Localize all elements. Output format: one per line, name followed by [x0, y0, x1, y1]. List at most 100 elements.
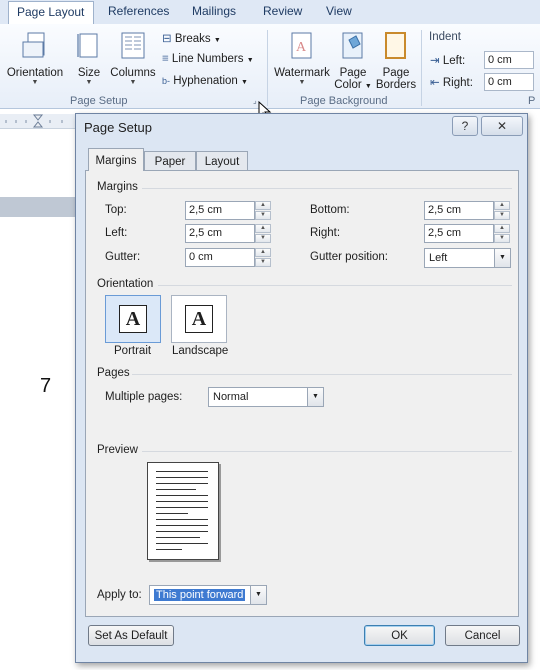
size-button[interactable]: Size ▼ [73, 32, 105, 86]
gutter-stepper[interactable]: 0 cm ▲ ▼ [185, 248, 271, 267]
gutter-position-value: Left [429, 252, 448, 264]
dialog-title: Page Setup [84, 120, 152, 135]
svg-text:A: A [296, 40, 307, 55]
page-color-label-1: Page [339, 67, 367, 79]
gutter-field[interactable]: 0 cm [185, 248, 255, 267]
dialog-launcher-icon[interactable]: ⌟ [253, 96, 257, 105]
tab-references[interactable]: References [108, 4, 169, 18]
orientation-button[interactable]: Orientation ▼ [4, 32, 66, 86]
indent-right-input[interactable]: 0 cm [484, 73, 534, 91]
group-separator [267, 30, 268, 106]
section-orientation: Orientation [97, 278, 154, 290]
tab-mailings[interactable]: Mailings [192, 4, 236, 18]
left-margin-field[interactable]: 2,5 cm [185, 224, 255, 243]
spin-down-icon[interactable]: ▼ [255, 258, 271, 267]
section-divider [142, 188, 512, 189]
spin-up-icon[interactable]: ▲ [255, 224, 271, 233]
chevron-down-icon: ▼ [129, 79, 137, 86]
bottom-margin-stepper[interactable]: 2,5 cm ▲ ▼ [424, 201, 510, 220]
cancel-button[interactable]: Cancel [445, 625, 520, 646]
tab-view[interactable]: View [326, 4, 352, 18]
portrait-option[interactable]: A [105, 295, 161, 343]
size-label: Size [77, 67, 101, 79]
spin-up-icon[interactable]: ▲ [255, 201, 271, 210]
section-margins: Margins [97, 181, 138, 193]
spin-down-icon[interactable]: ▼ [494, 211, 510, 220]
section-divider [132, 374, 512, 375]
columns-button[interactable]: Columns ▼ [109, 32, 157, 86]
right-margin-label: Right: [310, 227, 341, 239]
set-as-default-button[interactable]: Set As Default [88, 625, 174, 646]
help-icon: ? [461, 119, 469, 133]
chevron-down-icon[interactable]: ▼ [494, 249, 510, 267]
page-borders-label-1: Page [382, 67, 410, 79]
gutter-label: Gutter: [105, 251, 141, 263]
chevron-down-icon[interactable]: ▼ [250, 586, 266, 604]
group-separator [421, 30, 422, 106]
ok-button[interactable]: OK [364, 625, 435, 646]
group-label-partial: P [528, 95, 536, 107]
group-label-page-setup: Page Setup [70, 95, 128, 107]
section-preview: Preview [97, 444, 138, 456]
multiple-pages-select[interactable]: Normal ▼ [208, 387, 324, 407]
tab-page-layout[interactable]: Page Layout [8, 1, 94, 24]
gutter-position-label: Gutter position: [310, 251, 388, 263]
preview-line [156, 477, 208, 478]
indent-right-label: Right: [442, 77, 473, 89]
apply-to-select[interactable]: This point forward ▼ [149, 585, 267, 605]
gutter-position-select[interactable]: Left ▼ [424, 248, 511, 268]
breaks-button[interactable]: ⊟ Breaks ▼ [162, 31, 221, 45]
bottom-margin-field[interactable]: 2,5 cm [424, 201, 494, 220]
right-margin-field[interactable]: 2,5 cm [424, 224, 494, 243]
top-margin-stepper[interactable]: 2,5 cm ▲ ▼ [185, 201, 271, 220]
landscape-option[interactable]: A [171, 295, 227, 343]
tab-margins[interactable]: Margins [88, 148, 144, 171]
columns-label: Columns [110, 67, 156, 79]
page-borders-icon [385, 32, 406, 59]
tab-review[interactable]: Review [263, 4, 302, 18]
spin-down-icon[interactable]: ▼ [494, 234, 510, 243]
section-divider [142, 451, 512, 452]
help-button[interactable]: ? [452, 116, 478, 136]
preview-line [156, 495, 208, 496]
chevron-down-icon: ▼ [298, 79, 306, 86]
close-button[interactable]: ✕ [481, 116, 523, 136]
chevron-down-icon: ▼ [85, 79, 93, 86]
columns-icon [121, 32, 145, 59]
indent-left-input[interactable]: 0 cm [484, 51, 534, 69]
orientation-icon [22, 32, 45, 58]
tab-paper[interactable]: Paper [144, 151, 196, 171]
spin-up-icon[interactable]: ▲ [494, 201, 510, 210]
indent-left-label: Left: [442, 55, 466, 67]
section-divider [158, 285, 512, 286]
breaks-label: Breaks [174, 33, 211, 45]
tab-layout[interactable]: Layout [196, 151, 248, 171]
watermark-button[interactable]: A Watermark ▼ [272, 32, 332, 86]
preview-line [156, 525, 208, 526]
orientation-label: Orientation [6, 67, 64, 79]
margins-panel: Margins Top: 2,5 cm ▲ ▼ Left: 2,5 cm ▲ ▼ G… [85, 170, 519, 617]
page-borders-button[interactable]: Page Borders [375, 32, 417, 91]
hyphenation-button[interactable]: b‑ Hyphenation ▼ [162, 75, 248, 87]
indent-title: Indent [429, 31, 461, 43]
document-page-gap [0, 197, 76, 217]
right-margin-stepper[interactable]: 2,5 cm ▲ ▼ [424, 224, 510, 243]
left-margin-stepper[interactable]: 2,5 cm ▲ ▼ [185, 224, 271, 243]
preview-line [156, 549, 182, 550]
left-margin-label: Left: [105, 227, 128, 239]
chevron-down-icon[interactable]: ▼ [307, 388, 323, 406]
spin-up-icon[interactable]: ▲ [494, 224, 510, 233]
chevron-down-icon: ▼ [364, 83, 372, 90]
spin-down-icon[interactable]: ▼ [255, 234, 271, 243]
ruler-marks [5, 114, 63, 128]
page-color-button[interactable]: Page Color ▼ [333, 32, 373, 91]
chevron-down-icon: ▼ [246, 57, 254, 64]
top-margin-field[interactable]: 2,5 cm [185, 201, 255, 220]
spin-up-icon[interactable]: ▲ [255, 248, 271, 257]
preview-line [156, 513, 188, 514]
apply-to-label: Apply to: [97, 589, 142, 601]
line-numbers-button[interactable]: ≡ Line Numbers ▼ [162, 53, 254, 65]
spin-down-icon[interactable]: ▼ [255, 211, 271, 220]
horizontal-ruler[interactable] [0, 114, 76, 129]
preview-line [156, 543, 208, 544]
